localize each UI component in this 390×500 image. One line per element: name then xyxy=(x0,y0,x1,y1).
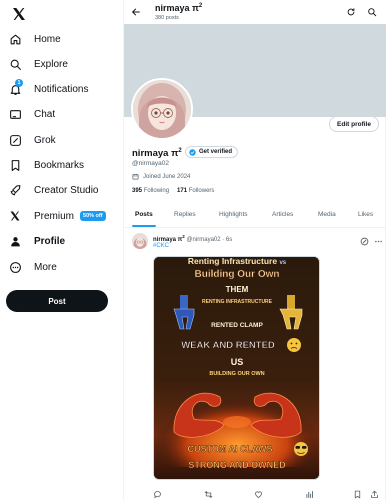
avatar[interactable] xyxy=(131,78,193,140)
sidebar-item-bookmarks[interactable]: Bookmarks xyxy=(8,155,84,175)
sidebar-item-explore[interactable]: Explore xyxy=(8,54,68,74)
joined-date: Joined June 2024 xyxy=(132,173,190,180)
sidebar-item-notifications[interactable]: 1 Notifications xyxy=(8,79,88,99)
sidebar: Home Explore 1 Notifications Chat Grok B… xyxy=(0,0,123,500)
image-renting-label: RENTING INFRASTRUCTURE xyxy=(202,299,273,305)
sidebar-item-chat[interactable]: Chat xyxy=(8,104,55,124)
profile-display-name: nirmaya π2 xyxy=(132,148,182,160)
rocket-icon xyxy=(8,183,22,197)
x-logo-icon[interactable] xyxy=(11,6,27,22)
image-claws-label: CUSTOM AI CLAWS xyxy=(188,444,273,454)
back-arrow-icon[interactable] xyxy=(131,7,141,17)
more-options-icon[interactable] xyxy=(374,233,383,243)
sidebar-item-label: Chat xyxy=(34,108,56,120)
post-actions xyxy=(153,486,383,499)
post-image[interactable]: Renting Infrastructure vs Building Our O… xyxy=(153,256,320,480)
post-button[interactable]: Post xyxy=(6,290,108,312)
bookmark-icon[interactable] xyxy=(353,486,362,499)
grok-icon xyxy=(8,133,22,147)
avatar-portrait-image xyxy=(133,80,191,138)
tab-articles[interactable]: Articles xyxy=(272,211,293,218)
tab-replies[interactable]: Replies xyxy=(174,211,196,218)
image-title-line2: Building Our Own xyxy=(195,269,280,280)
share-icon[interactable] xyxy=(370,486,379,498)
image-weak-label: WEAK AND RENTED xyxy=(181,340,275,351)
image-owned-label: STRONG AND OWNED xyxy=(188,460,286,470)
search-icon xyxy=(8,57,22,71)
premium-discount-badge: 50% off xyxy=(80,211,106,221)
image-clamp-label: RENTED CLAMP xyxy=(211,322,263,329)
sidebar-item-label: Notifications xyxy=(34,83,89,95)
sidebar-item-creator-studio[interactable]: Creator Studio xyxy=(8,180,98,200)
calendar-icon xyxy=(132,173,139,180)
sidebar-item-profile[interactable]: Profile xyxy=(8,231,65,251)
more-circle-icon xyxy=(8,260,22,274)
get-verified-button[interactable]: Get verified xyxy=(185,146,239,158)
x-premium-icon xyxy=(8,209,22,223)
image-building-label: BUILDING OUR OWN xyxy=(209,371,264,377)
sidebar-item-premium[interactable]: Premium 50% off xyxy=(8,206,106,226)
repost-icon[interactable] xyxy=(204,486,213,498)
followers-link[interactable]: 171 Followers xyxy=(177,188,214,194)
chat-icon xyxy=(8,107,22,121)
sidebar-item-label: Creator Studio xyxy=(34,184,99,196)
profile-column: nirmaya π2 380 posts Edit profile nirmay… xyxy=(123,0,387,500)
like-heart-icon[interactable] xyxy=(254,486,263,498)
profile-handle: @nirmaya02 xyxy=(132,160,169,167)
verified-check-icon xyxy=(189,148,196,156)
image-them-label: THEM xyxy=(226,285,249,294)
sidebar-item-label: Grok xyxy=(34,134,56,146)
sidebar-item-label: Home xyxy=(34,33,61,45)
sidebar-item-home[interactable]: Home xyxy=(8,29,61,49)
person-icon xyxy=(8,234,22,248)
sidebar-item-more[interactable]: More xyxy=(8,257,57,277)
profile-header-bar: nirmaya π2 380 posts xyxy=(124,0,387,24)
bell-icon: 1 xyxy=(8,79,23,96)
active-tab-indicator xyxy=(132,225,156,227)
sidebar-item-label: Premium xyxy=(34,210,75,222)
image-us-label: US xyxy=(231,357,244,367)
sidebar-item-label: Bookmarks xyxy=(34,159,85,171)
right-edge xyxy=(386,0,390,500)
follow-stats: 395 Following 171 Followers xyxy=(132,188,214,194)
reply-icon[interactable] xyxy=(153,486,162,499)
tab-highlights[interactable]: Highlights xyxy=(219,211,248,218)
grok-icon[interactable] xyxy=(360,233,369,246)
post-item[interactable]: nirmaya π2 @nirmaya02 · 6s #CKC Renting … xyxy=(124,229,387,500)
get-verified-label: Get verified xyxy=(199,149,233,155)
post-hashtag[interactable]: #CKC xyxy=(153,243,169,249)
header-post-count: 380 posts xyxy=(155,15,179,21)
sidebar-item-label: Profile xyxy=(34,235,66,247)
home-icon xyxy=(8,32,22,46)
image-title-line1: Renting Infrastructure vs xyxy=(188,257,287,266)
avatar-portrait-image xyxy=(132,233,148,249)
post-avatar[interactable] xyxy=(132,233,148,249)
notification-count-badge: 1 xyxy=(15,79,23,87)
header-profile-name: nirmaya π2 xyxy=(155,3,203,13)
profile-tabs: Posts Replies Highlights Articles Media … xyxy=(124,206,387,228)
sunglasses-emoji-icon xyxy=(294,442,308,456)
bookmark-icon xyxy=(8,158,22,172)
tab-posts[interactable]: Posts xyxy=(135,211,153,218)
tab-media[interactable]: Media xyxy=(318,211,336,218)
edit-profile-button[interactable]: Edit profile xyxy=(329,116,379,132)
post-author-line: nirmaya π2 @nirmaya02 · 6s xyxy=(153,234,233,243)
sidebar-item-grok[interactable]: Grok xyxy=(8,130,56,150)
following-link[interactable]: 395 Following xyxy=(132,188,169,194)
tab-likes[interactable]: Likes xyxy=(358,211,373,218)
search-icon[interactable] xyxy=(367,7,377,17)
views-icon[interactable] xyxy=(305,486,314,498)
refresh-icon[interactable] xyxy=(346,7,356,17)
sidebar-item-label: Explore xyxy=(34,58,68,70)
sidebar-item-label: More xyxy=(34,261,57,273)
sad-face-emoji-icon xyxy=(287,338,301,352)
post-header-icons xyxy=(360,233,383,246)
post-image-graphic: Renting Infrastructure vs Building Our O… xyxy=(154,257,319,479)
